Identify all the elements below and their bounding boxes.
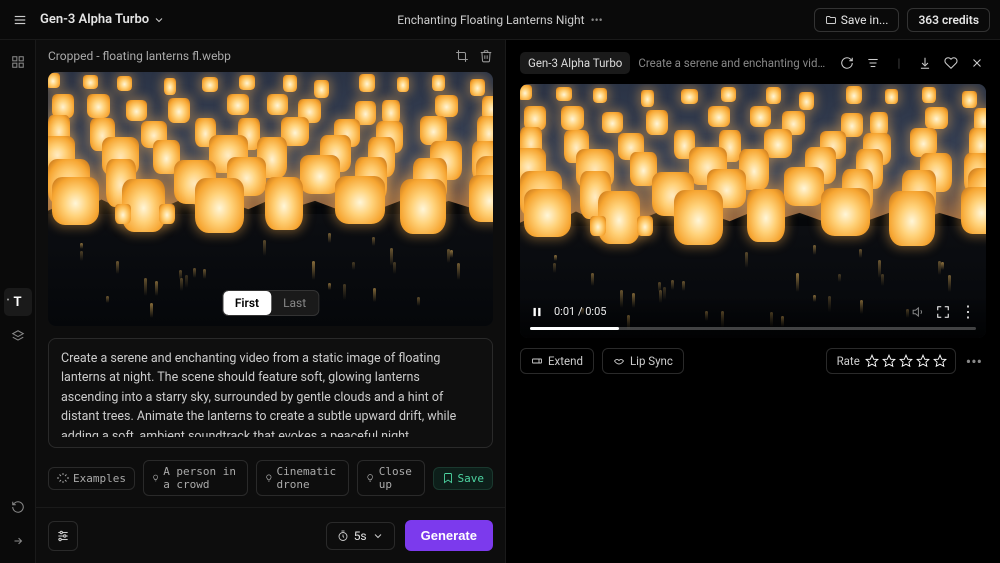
clock-icon — [337, 530, 349, 542]
lipsync-button[interactable]: Lip Sync — [602, 348, 684, 374]
duration-label: 5s — [354, 529, 367, 543]
ellipsis-icon[interactable]: ••• — [591, 13, 603, 27]
pause-icon[interactable] — [530, 305, 544, 319]
hamburger-icon[interactable] — [10, 10, 30, 30]
rail-layers-icon[interactable] — [4, 322, 32, 350]
video-preview[interactable]: 0:01 / 0:05 ⋮ — [520, 84, 986, 338]
sliders-icon — [56, 529, 70, 543]
source-header: Cropped - floating lanterns fl.webp — [36, 40, 505, 72]
generate-footer: 5s Generate — [36, 507, 505, 563]
extend-icon — [531, 355, 543, 367]
fullscreen-icon[interactable] — [936, 305, 950, 319]
save-in-button[interactable]: Save in... — [814, 8, 900, 32]
credits-badge[interactable]: 363 credits — [907, 8, 990, 32]
last-frame-tab[interactable]: Last — [271, 291, 318, 315]
star-icon[interactable] — [933, 354, 947, 368]
rate-label: Rate — [837, 354, 860, 368]
star-icon[interactable] — [865, 354, 879, 368]
sparkle-icon — [57, 472, 69, 484]
star-icon[interactable] — [899, 354, 913, 368]
first-frame-tab[interactable]: First — [223, 291, 271, 315]
more-icon[interactable]: ⋮ — [960, 302, 976, 321]
bulb-icon — [152, 472, 159, 484]
chevron-down-icon — [372, 530, 384, 542]
chip-label: Save — [458, 472, 485, 485]
left-rail: • T — [0, 40, 36, 563]
rate-group: Rate — [826, 348, 956, 374]
output-model-badge: Gen-3 Alpha Turbo — [520, 52, 630, 74]
chip-label: Cinematic drone — [276, 465, 340, 491]
regenerate-icon[interactable] — [838, 54, 856, 72]
star-rating — [865, 354, 947, 368]
playback-time: 0:01 / 0:05 — [554, 305, 606, 318]
frame-selector: First Last — [222, 290, 319, 316]
more-actions-icon[interactable]: ••• — [962, 352, 986, 371]
crop-icon[interactable] — [455, 49, 469, 63]
extend-button[interactable]: Extend — [520, 348, 594, 374]
progress-fill — [530, 327, 619, 330]
prompt-text[interactable]: Create a serene and enchanting video fro… — [61, 349, 480, 437]
close-icon[interactable] — [968, 54, 986, 72]
folder-icon — [825, 14, 837, 26]
save-prompt-chip[interactable]: Save — [433, 467, 494, 490]
download-icon[interactable] — [916, 54, 934, 72]
queue-icon[interactable] — [864, 54, 882, 72]
model-label: Gen-3 Alpha Turbo — [40, 12, 149, 27]
suggestion-row: Examples A person in a crowd Cinematic d… — [48, 460, 493, 496]
volume-icon[interactable] — [912, 305, 926, 319]
model-selector[interactable]: Gen-3 Alpha Turbo — [40, 12, 165, 27]
output-header: Gen-3 Alpha Turbo Create a serene and en… — [520, 48, 986, 78]
duration-selector[interactable]: 5s — [326, 522, 395, 550]
video-controls: 0:01 / 0:05 ⋮ — [520, 296, 986, 338]
star-icon[interactable] — [882, 354, 896, 368]
bookmark-icon — [442, 472, 454, 484]
settings-button[interactable] — [48, 521, 78, 551]
top-bar: Gen-3 Alpha Turbo Enchanting Floating La… — [0, 0, 1000, 40]
left-panel: Cropped - floating lanterns fl.webp Firs… — [36, 40, 506, 563]
save-in-label: Save in... — [841, 13, 889, 27]
output-actions: Extend Lip Sync Rate ••• — [520, 348, 986, 374]
bulb-icon — [265, 472, 273, 484]
source-filename: Cropped - floating lanterns fl.webp — [48, 49, 231, 63]
heart-icon[interactable] — [942, 54, 960, 72]
output-prompt-short: Create a serene and enchanting video fro… — [638, 56, 830, 70]
progress-bar[interactable] — [530, 327, 976, 330]
main-area: • T Cropped - floating lanterns fl.webp — [0, 40, 1000, 563]
lips-icon — [613, 355, 625, 367]
chevron-down-icon — [153, 14, 165, 26]
star-icon[interactable] — [916, 354, 930, 368]
rail-collapse-icon[interactable] — [4, 527, 32, 555]
chip-label: A person in a crowd — [163, 465, 239, 491]
examples-chip[interactable]: Examples — [48, 467, 135, 490]
suggestion-chip-2[interactable]: Cinematic drone — [256, 460, 350, 496]
prompt-box[interactable]: Create a serene and enchanting video fro… — [48, 338, 493, 448]
chip-label: Examples — [73, 472, 126, 485]
source-image[interactable]: First Last — [48, 72, 493, 326]
right-panel: Gen-3 Alpha Turbo Create a serene and en… — [506, 40, 1000, 563]
rail-text-icon[interactable]: • T — [4, 288, 32, 316]
trash-icon[interactable] — [479, 49, 493, 63]
rail-assets-icon[interactable] — [4, 48, 32, 76]
credits-label: 363 credits — [918, 13, 979, 27]
suggestion-chip-3[interactable]: Close up — [357, 460, 424, 496]
chip-label: Extend — [548, 354, 583, 368]
bulb-icon — [366, 472, 374, 484]
generate-button[interactable]: Generate — [405, 520, 493, 551]
chip-label: Lip Sync — [630, 354, 673, 368]
chip-label: Close up — [379, 465, 416, 491]
project-title[interactable]: Enchanting Floating Lanterns Night — [397, 13, 584, 27]
project-title-group: Enchanting Floating Lanterns Night ••• — [397, 13, 602, 27]
suggestion-chip-1[interactable]: A person in a crowd — [143, 460, 248, 496]
rail-history-icon[interactable] — [4, 493, 32, 521]
